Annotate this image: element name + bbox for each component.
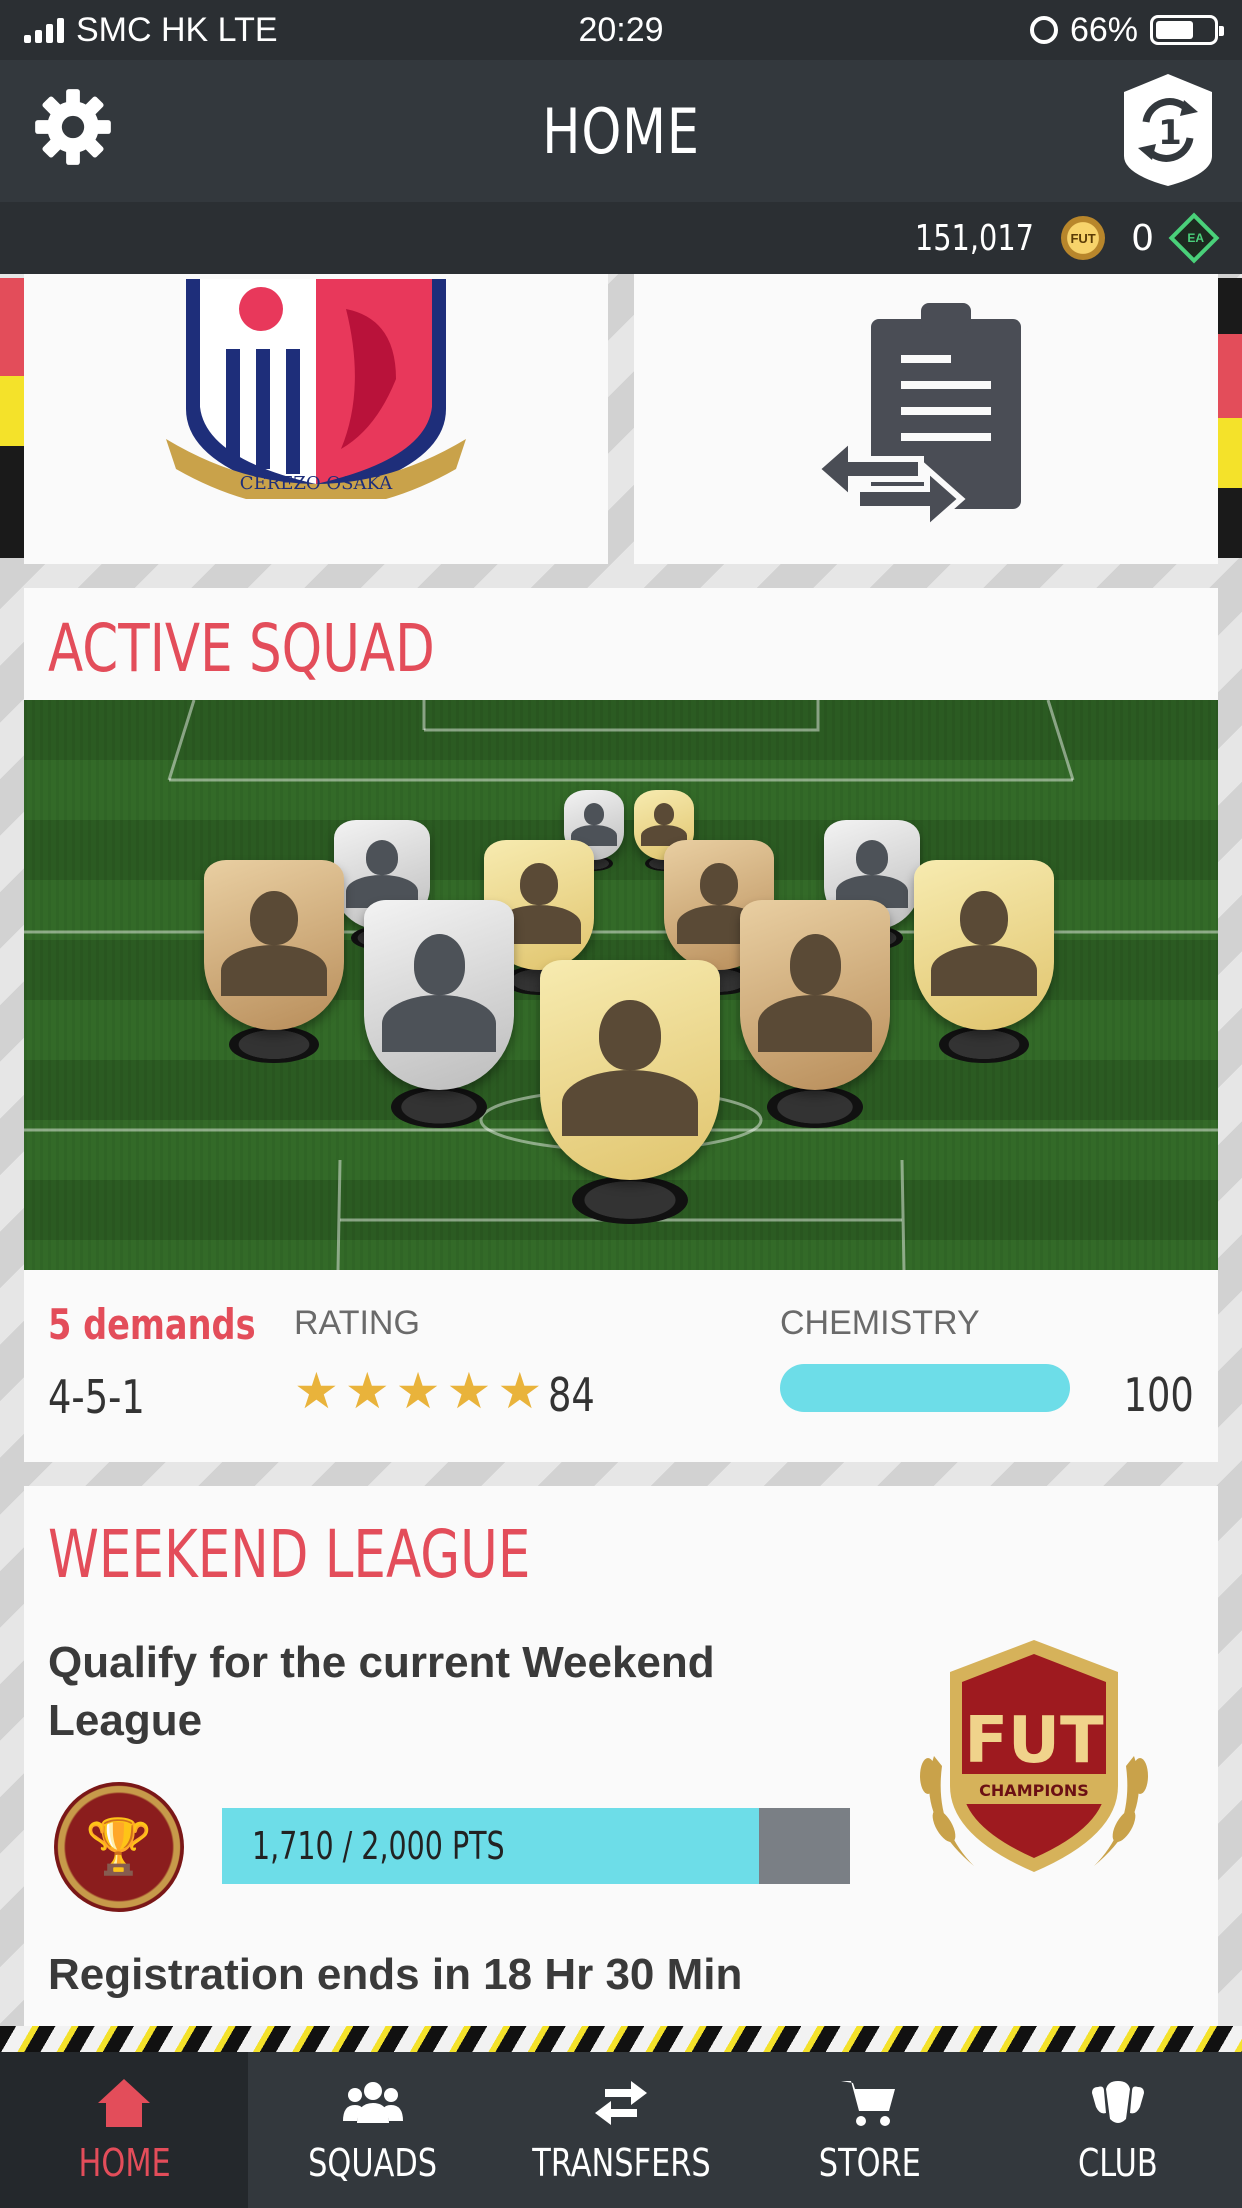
player-card[interactable] (204, 860, 344, 1030)
fut-champions-badge-icon: FUT CHAMPIONS (920, 1640, 1148, 1872)
club-crest-text: CEREZO OSAKA (240, 473, 393, 494)
transfer-list-tile[interactable] (634, 274, 1218, 564)
trophy-icon: 🏆 (54, 1782, 184, 1912)
player-card-base (939, 1026, 1029, 1064)
rating-label: RATING (294, 1304, 420, 1342)
alarm-icon (1029, 16, 1058, 44)
player-card[interactable] (364, 900, 514, 1090)
sync-badge: 1 (1158, 113, 1182, 153)
player-silhouette-body (220, 945, 328, 996)
coin-balance: 151,017 (915, 217, 1035, 259)
squad-info: 5 demands 4-5-1 RATING ★ ★ ★ ★ ★ 84 CHEMISTR… (24, 1270, 1218, 1462)
player-silhouette-head (520, 863, 558, 905)
background-band (0, 2026, 1242, 2052)
nav-squads[interactable]: SQUADS (248, 2052, 496, 2208)
weekend-league-title: WEEKEND LEAGUE (48, 1516, 531, 1593)
signal-icon (24, 17, 64, 43)
qualification-progress-bar: 1,710 / 2,000 PTS (222, 1808, 850, 1884)
player-silhouette-head (413, 934, 465, 995)
player-silhouette-head (700, 863, 738, 905)
transfer-list-icon (812, 303, 1021, 536)
player-silhouette-head (855, 839, 889, 875)
coin-icon-label: FUT (1070, 230, 1096, 246)
nav-home[interactable]: HOME (0, 2052, 249, 2208)
sync-icon[interactable]: 1 (1118, 70, 1218, 190)
player-silhouette-head (653, 802, 675, 825)
fut-badge-subtext: CHAMPIONS (979, 1781, 1089, 1800)
player-card-base (229, 1026, 319, 1064)
player-silhouette-head (789, 934, 841, 995)
rating-star-icon: ★ (497, 1362, 543, 1420)
clock: 20:29 (578, 10, 664, 49)
chemistry-bar (780, 1364, 1070, 1412)
squads-icon (342, 2082, 403, 2123)
player-silhouette-body (561, 1070, 699, 1136)
player-silhouette-head (960, 890, 1008, 945)
rating-stars: ★ ★ ★ ★ ★ (294, 1366, 542, 1416)
rating-star-icon: ★ (294, 1362, 339, 1420)
status-right: 66% (1029, 10, 1224, 50)
nav-club[interactable]: CLUB (994, 2052, 1242, 2208)
fut-badge-text: FUT (964, 1704, 1104, 1778)
club-crest-icon: CEREZO OSAKA (166, 279, 466, 499)
player-card-base (391, 1086, 487, 1128)
qualification-progress-label: 1,710 / 2,000 PTS (252, 1824, 505, 1868)
squad-pitch[interactable] (24, 700, 1218, 1270)
home-icon (98, 2079, 151, 2127)
status-bar: SMC HK LTE 20:29 66% (0, 0, 1242, 60)
chemistry-label: CHEMISTRY (780, 1304, 980, 1342)
player-card[interactable] (740, 900, 890, 1090)
chemistry-value: 100 (1123, 1368, 1194, 1422)
transfers-icon (595, 2081, 648, 2125)
weekend-league-description: Qualify for the current Weekend League (48, 1638, 715, 1745)
active-squad-card[interactable]: ACTIVE SQUAD 5 demands 4-5-1 RATING ★ ★ ★ ★… (24, 588, 1218, 1462)
player-silhouette-body (758, 995, 872, 1052)
squad-formation: 4-5-1 (48, 1370, 145, 1424)
app-header: HOME 1 (0, 60, 1242, 202)
page-title: HOME (542, 94, 700, 168)
rating-value: 84 (548, 1368, 595, 1422)
nav-store[interactable]: STORE (745, 2052, 993, 2208)
bottom-nav: HOME SQUADS TRANSFERS STORE CLUB (0, 2052, 1242, 2208)
active-squad-title: ACTIVE SQUAD (48, 610, 435, 687)
nav-store-label: STORE (818, 2141, 921, 2185)
rating-star-icon: ★ (446, 1362, 492, 1420)
carrier-label: SMC HK LTE (76, 10, 278, 49)
player-silhouette-head (365, 839, 399, 875)
player-card-base (767, 1086, 863, 1128)
squad-demands[interactable]: 5 demands (48, 1300, 256, 1349)
rating-star-icon: ★ (344, 1362, 390, 1420)
rating-star-icon: ★ (395, 1362, 441, 1420)
nav-transfers[interactable]: TRANSFERS (497, 2052, 745, 2208)
club-icon (1091, 2081, 1144, 2123)
nav-transfers-label: TRANSFERS (531, 2141, 711, 2185)
player-card[interactable] (914, 860, 1054, 1030)
player-silhouette-head (599, 999, 661, 1070)
player-silhouette-body (382, 995, 496, 1052)
player-silhouette-head (583, 802, 605, 825)
battery-icon (1150, 15, 1224, 45)
nav-home-label: HOME (78, 2141, 171, 2185)
gear-icon[interactable] (30, 84, 116, 170)
points-icon-label: EA (1187, 231, 1204, 245)
player-card[interactable] (540, 960, 720, 1180)
club-tile[interactable]: CEREZO OSAKA (24, 274, 608, 564)
cart-icon (841, 2081, 896, 2126)
nav-club-label: CLUB (1077, 2141, 1158, 2185)
battery-percent: 66% (1069, 10, 1138, 49)
weekend-league-card[interactable]: WEEKEND LEAGUE Qualify for the current W… (24, 1486, 1218, 2026)
player-card-base (572, 1176, 688, 1225)
status-left: SMC HK LTE (24, 11, 278, 50)
currency-bar: 151,017 FUT 0 EA (0, 202, 1242, 274)
player-silhouette-head (250, 890, 298, 945)
points-balance: 0 (1131, 217, 1154, 259)
player-silhouette-body (930, 945, 1038, 996)
coin-icon: FUT (1061, 216, 1106, 260)
nav-squads-label: SQUADS (308, 2141, 438, 2185)
registration-countdown: Registration ends in 18 Hr 30 Min (48, 1950, 743, 1999)
